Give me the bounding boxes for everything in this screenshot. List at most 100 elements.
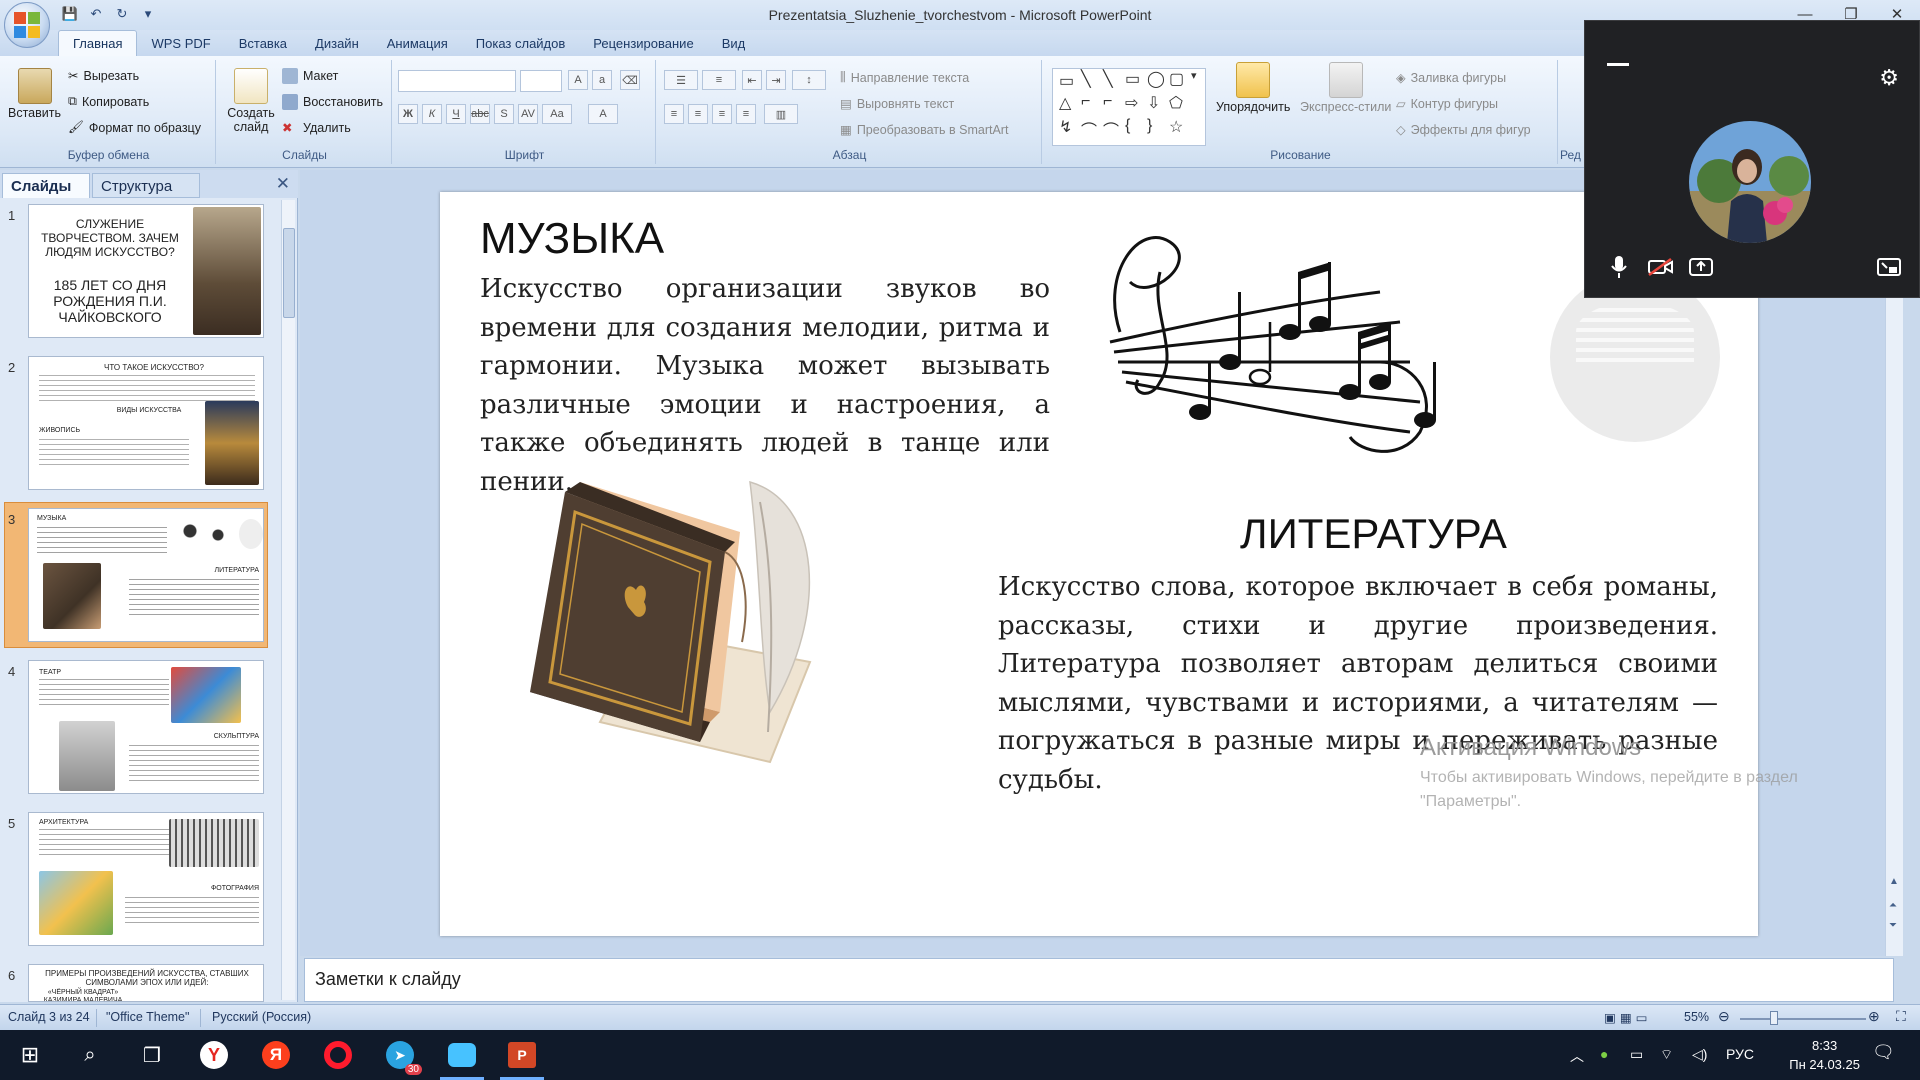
literature-heading[interactable]: ЛИТЕРАТУРА [1240, 510, 1507, 558]
pane-scrollbar[interactable] [281, 200, 295, 1000]
copy-button[interactable]: ⧉ Копировать [68, 94, 149, 109]
notes-pane[interactable]: Заметки к слайду [304, 958, 1894, 1002]
justify-icon[interactable]: ≡ [736, 104, 756, 124]
next-slide-icon[interactable]: ⏷ [1889, 920, 1897, 931]
zoom-out-icon[interactable]: ⊖ [1718, 1008, 1730, 1025]
gallery-more-icon[interactable]: ▾ [1191, 69, 1197, 82]
reset-button[interactable]: Восстановить [282, 94, 383, 110]
tab-review[interactable]: Рецензирование [579, 31, 707, 56]
language-status[interactable]: Русский (Россия) [212, 1010, 311, 1024]
pane-scroll-thumb[interactable] [283, 228, 295, 318]
normal-view-icon[interactable]: ▣ [1604, 1011, 1620, 1025]
volume-icon[interactable]: ◁) [1692, 1046, 1707, 1063]
grow-font-icon[interactable]: A [568, 70, 588, 90]
bullets-icon[interactable]: ☰ [664, 70, 698, 90]
opera-icon[interactable] [322, 1039, 354, 1071]
strikethrough-icon[interactable]: abc [470, 104, 490, 124]
video-call-window[interactable]: ⚙ [1584, 20, 1920, 298]
fit-slide-icon[interactable]: ⛶ [1896, 1008, 1906, 1025]
font-color-icon[interactable]: A [588, 104, 618, 124]
minimize-call-icon[interactable] [1607, 63, 1629, 66]
literature-text[interactable]: Искусство слова, которое включает в себя… [998, 568, 1718, 799]
microphone-icon[interactable] [1605, 253, 1633, 281]
text-direction-button[interactable]: ⫼ Направление текста [840, 70, 969, 85]
thumbnail-slide[interactable]: ТЕАТР СКУЛЬПТУРА [28, 660, 264, 794]
camera-off-icon[interactable] [1647, 253, 1675, 281]
quick-styles-button[interactable]: Экспресс-стили [1300, 62, 1391, 114]
line-spacing-icon[interactable]: ↕ [792, 70, 826, 90]
clock[interactable]: 8:33 Пн 24.03.25 [1789, 1036, 1860, 1074]
zoom-slider[interactable] [1740, 1018, 1866, 1020]
share-screen-icon[interactable] [1687, 253, 1715, 281]
yandex-browser-icon[interactable]: Y [198, 1039, 230, 1071]
arrange-button[interactable]: Упорядочить [1216, 62, 1290, 114]
align-right-icon[interactable]: ≡ [712, 104, 732, 124]
align-text-button[interactable]: ▤ Выровнять текст [840, 96, 954, 112]
sorter-view-icon[interactable]: ▦ [1620, 1011, 1636, 1025]
font-size-combo[interactable] [520, 70, 562, 92]
tab-animation[interactable]: Анимация [373, 31, 462, 56]
align-left-icon[interactable]: ≡ [664, 104, 684, 124]
office-button[interactable] [4, 2, 50, 48]
new-slide-button[interactable]: Создать слайд [224, 68, 278, 134]
yandex-icon[interactable]: Я [260, 1039, 292, 1071]
search-icon[interactable]: ⌕ [74, 1039, 106, 1071]
telegram-icon[interactable]: ➤ 30 [384, 1039, 422, 1075]
thumbnail-slide[interactable]: МУЗЫКА ЛИТЕРАТУРА [28, 508, 264, 642]
smartart-button[interactable]: ▦ Преобразовать в SmartArt [840, 122, 1008, 138]
zoom-in-icon[interactable]: ⊕ [1868, 1008, 1880, 1025]
change-case-icon[interactable]: Aa [542, 104, 572, 124]
thumbnail-slide[interactable]: ПРИМЕРЫ ПРОИЗВЕДЕНИЙ ИСКУССТВА, СТАВШИХ … [28, 964, 264, 1002]
prev-slide-icon[interactable]: ⏶ [1889, 900, 1897, 911]
bold-icon[interactable]: Ж [398, 104, 418, 124]
notifications-icon[interactable]: 🗨 [1872, 1042, 1895, 1063]
numbering-icon[interactable]: ≡ [702, 70, 736, 90]
delete-slide-button[interactable]: ✖ Удалить [282, 120, 351, 136]
underline-icon[interactable]: Ч [446, 104, 466, 124]
columns-icon[interactable]: ▥ [764, 104, 798, 124]
tab-design[interactable]: Дизайн [301, 31, 373, 56]
battery-icon[interactable]: ▭ [1630, 1046, 1643, 1063]
zoom-level[interactable]: 55% [1684, 1010, 1709, 1024]
close-icon[interactable]: ✕ [276, 174, 290, 194]
font-name-combo[interactable] [398, 70, 516, 92]
notes-placeholder[interactable]: Заметки к слайду [315, 969, 461, 990]
tab-view[interactable]: Вид [708, 31, 760, 56]
cut-button[interactable]: ✂ Вырезать [68, 68, 139, 84]
tab-slideshow[interactable]: Показ слайдов [462, 31, 580, 56]
tab-home[interactable]: Главная [58, 30, 138, 56]
shadow-icon[interactable]: S [494, 104, 514, 124]
windows-start-icon[interactable]: ⊞ [14, 1039, 46, 1071]
network-icon[interactable]: ⌔ [1660, 1046, 1673, 1064]
task-view-icon[interactable]: ❐ [136, 1039, 168, 1071]
current-slide[interactable]: МУЗЫКА Искусство организации звуков во в… [440, 192, 1758, 936]
shrink-font-icon[interactable]: a [592, 70, 612, 90]
input-language[interactable]: РУС [1726, 1046, 1754, 1062]
italic-icon[interactable]: К [422, 104, 442, 124]
shield-icon[interactable]: ● [1600, 1046, 1608, 1062]
align-center-icon[interactable]: ≡ [688, 104, 708, 124]
slideshow-view-icon[interactable]: ▭ [1636, 1011, 1652, 1025]
spacing-icon[interactable]: AV [518, 104, 538, 124]
music-heading[interactable]: МУЗЫКА [480, 214, 664, 264]
shapes-gallery[interactable]: ▭ ╲ ╲ ▭ ◯ ▢ △ ⌐ ⌐ ⇨ ⇩ ⬠ ↯ ⌒ ⌒ { } ☆ ▾ [1052, 68, 1206, 146]
scroll-up-icon[interactable]: ▲ [1889, 876, 1899, 887]
layout-button[interactable]: Макет [282, 68, 338, 84]
increase-indent-icon[interactable]: ⇥ [766, 70, 786, 90]
decrease-indent-icon[interactable]: ⇤ [742, 70, 762, 90]
powerpoint-icon[interactable]: P [506, 1039, 538, 1071]
thumbnail-slide[interactable]: СЛУЖЕНИЕ ТВОРЧЕСТВОМ. ЗАЧЕМ ЛЮДЯМ ИСКУСС… [28, 204, 264, 338]
tab-wps-pdf[interactable]: WPS PDF [137, 31, 224, 56]
paste-button[interactable]: Вставить [8, 68, 61, 120]
tray-expand-icon[interactable]: ︿ [1570, 1046, 1584, 1066]
tab-slides[interactable]: Слайды [2, 173, 90, 198]
format-painter-button[interactable]: 🖌 Формат по образцу [68, 120, 201, 135]
settings-gear-icon[interactable]: ⚙ [1879, 65, 1899, 91]
tab-insert[interactable]: Вставка [225, 31, 301, 56]
shape-fill-button[interactable]: ◈ Заливка фигуры [1396, 70, 1506, 86]
pip-exit-icon[interactable] [1875, 253, 1903, 281]
thumbnail-slide[interactable]: АРХИТЕКТУРА ФОТОГРАФИЯ [28, 812, 264, 946]
shape-outline-button[interactable]: ▱ Контур фигуры [1396, 96, 1498, 112]
tab-outline[interactable]: Структура [92, 173, 200, 198]
thumbnail-slide[interactable]: ЧТО ТАКОЕ ИСКУССТВО? ВИДЫ ИСКУССТВА ЖИВО… [28, 356, 264, 490]
